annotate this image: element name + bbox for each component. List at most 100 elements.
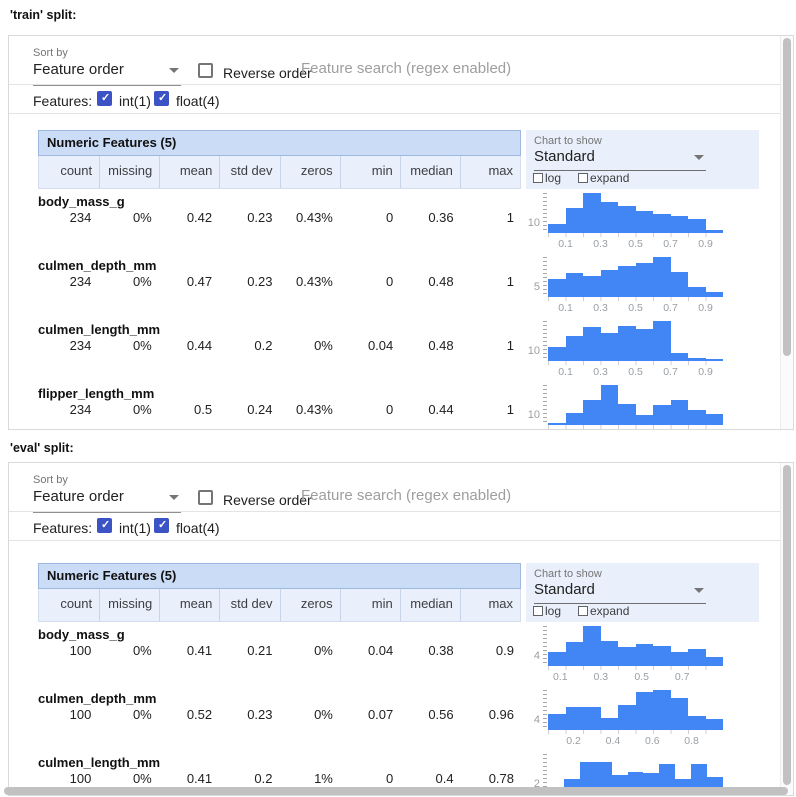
table-title: Numeric Features (5) [38,563,521,589]
stat-max: 0.78 [461,771,521,786]
feature-type-checkbox-float[interactable] [154,518,169,533]
x-tick-label: 0.9 [698,366,713,378]
expand-label: expand [590,604,629,618]
histogram-bar [566,336,584,361]
stat-zeros: 0.43% [280,210,340,225]
stat-missing: 0% [98,643,158,658]
histogram-bar [601,718,619,730]
stat-missing: 0% [98,402,158,417]
scrollbar-thumb[interactable] [783,38,791,356]
chevron-down-icon [169,495,179,500]
histogram-bars [548,257,723,297]
horizontal-scrollbar[interactable] [4,787,788,795]
stat-stddev: 0.23 [219,274,279,289]
stat-mean: 0.42 [159,210,219,225]
stat-stddev: 0.2 [219,771,279,786]
histogram-bar [706,359,724,361]
y-axis-label: 10 [525,193,543,233]
chart-to-show-label: Chart to show [534,568,602,580]
reverse-order-checkbox[interactable] [198,490,213,505]
feature-histogram: 10 [525,385,723,430]
numeric-features-table-header: Numeric Features (5) count missing mean … [38,563,521,622]
column-header-stddev: std dev [219,156,279,188]
feature-type-checkbox-int[interactable] [97,91,112,106]
table-column-headers: count missing mean std dev zeros min med… [38,589,521,622]
stat-missing: 0% [98,771,158,786]
stat-median: 0.56 [400,707,460,722]
x-axis-labels: 0.10.30.50.7 [548,670,723,682]
feature-type-checkbox-float[interactable] [154,91,169,106]
chart-type-select[interactable]: Standard [534,148,706,171]
y-axis-label: 10 [525,385,543,425]
chart-to-show-label: Chart to show [534,135,602,147]
stat-min: 0 [340,210,400,225]
stat-missing: 0% [98,338,158,353]
log-checkbox[interactable] [533,173,543,183]
histogram-bar [671,216,689,233]
feature-type-label-float: float(4) [176,93,220,109]
x-tick-label: 0.3 [593,366,608,378]
feature-histogram: 4 0.10.30.50.7 [525,626,723,682]
x-tick-label: 0.2 [566,735,581,747]
histogram-bars [548,385,723,425]
sort-by-select[interactable]: Feature order [33,61,181,86]
x-axis-labels: 0.10.30.50.70.9 [548,237,723,249]
column-header-zeros: zeros [280,156,340,188]
expand-checkbox[interactable] [578,606,588,616]
chevron-down-icon [169,68,179,73]
histogram-bar [671,272,689,297]
feature-search-input[interactable] [301,487,541,512]
stat-mean: 0.52 [159,707,219,722]
histogram-bars [548,626,723,666]
y-axis-label: 4 [525,626,543,666]
table-row: culmen_length_mm 234 0% 0.44 0.2 0% 0.04… [9,321,779,385]
table-title: Numeric Features (5) [38,130,521,156]
y-axis-ticks [543,385,547,425]
stat-missing: 0% [98,210,158,225]
chart-type-select[interactable]: Standard [534,581,706,604]
sort-by-select[interactable]: Feature order [33,488,181,513]
feature-type-checkbox-int[interactable] [97,518,112,533]
chart-controls-box: Chart to show Standard log expand [526,130,759,189]
vertical-scrollbar[interactable] [780,36,793,429]
train-split-title: 'train' split: [10,8,76,22]
histogram-bar [618,206,636,233]
expand-checkbox[interactable] [578,173,588,183]
scrollbar-thumb[interactable] [783,465,791,785]
feature-stats: 234 0% 0.5 0.24 0.43% 0 0.44 1 [38,402,521,417]
table-row: body_mass_g 100 0% 0.41 0.21 0% 0.04 0.3… [9,626,779,690]
table-row: culmen_depth_mm 234 0% 0.47 0.23 0.43% 0… [9,257,779,321]
table-row: body_mass_g 234 0% 0.42 0.23 0.43% 0 0.3… [9,193,779,257]
table-row: culmen_depth_mm 100 0% 0.52 0.23 0% 0.07… [9,690,779,754]
column-header-count: count [39,156,99,188]
histogram-bar [636,263,654,297]
stat-count: 234 [38,274,98,289]
x-tick-label: 0.1 [558,366,573,378]
feature-histogram: 10 0.10.30.50.70.9 [525,321,723,377]
y-axis-label: 5 [525,257,543,297]
stat-max: 0.9 [461,643,521,658]
feature-search-input[interactable] [301,60,541,85]
x-tick-label: 0.5 [634,671,649,683]
stat-max: 0.96 [461,707,521,722]
column-header-max: max [460,156,520,188]
table-column-headers: count missing mean std dev zeros min med… [38,156,521,189]
vertical-scrollbar[interactable] [780,463,793,795]
divider [9,113,793,114]
histogram-bar [601,333,619,361]
log-checkbox[interactable] [533,606,543,616]
column-header-count: count [39,589,99,621]
histogram-bar [583,276,601,297]
x-tick-label: 0.4 [606,735,621,747]
histogram-bar [601,641,619,666]
histogram-bars [548,193,723,233]
x-axis-labels: 0.20.40.60.8 [548,734,723,746]
x-tick-label: 0.3 [594,671,609,683]
histogram-bar [583,327,601,361]
x-tick-label: 0.9 [698,302,713,314]
log-label: log [545,604,561,618]
feature-name: body_mass_g [38,627,125,642]
stat-median: 0.48 [400,274,460,289]
reverse-order-checkbox[interactable] [198,63,213,78]
column-header-mean: mean [159,156,219,188]
